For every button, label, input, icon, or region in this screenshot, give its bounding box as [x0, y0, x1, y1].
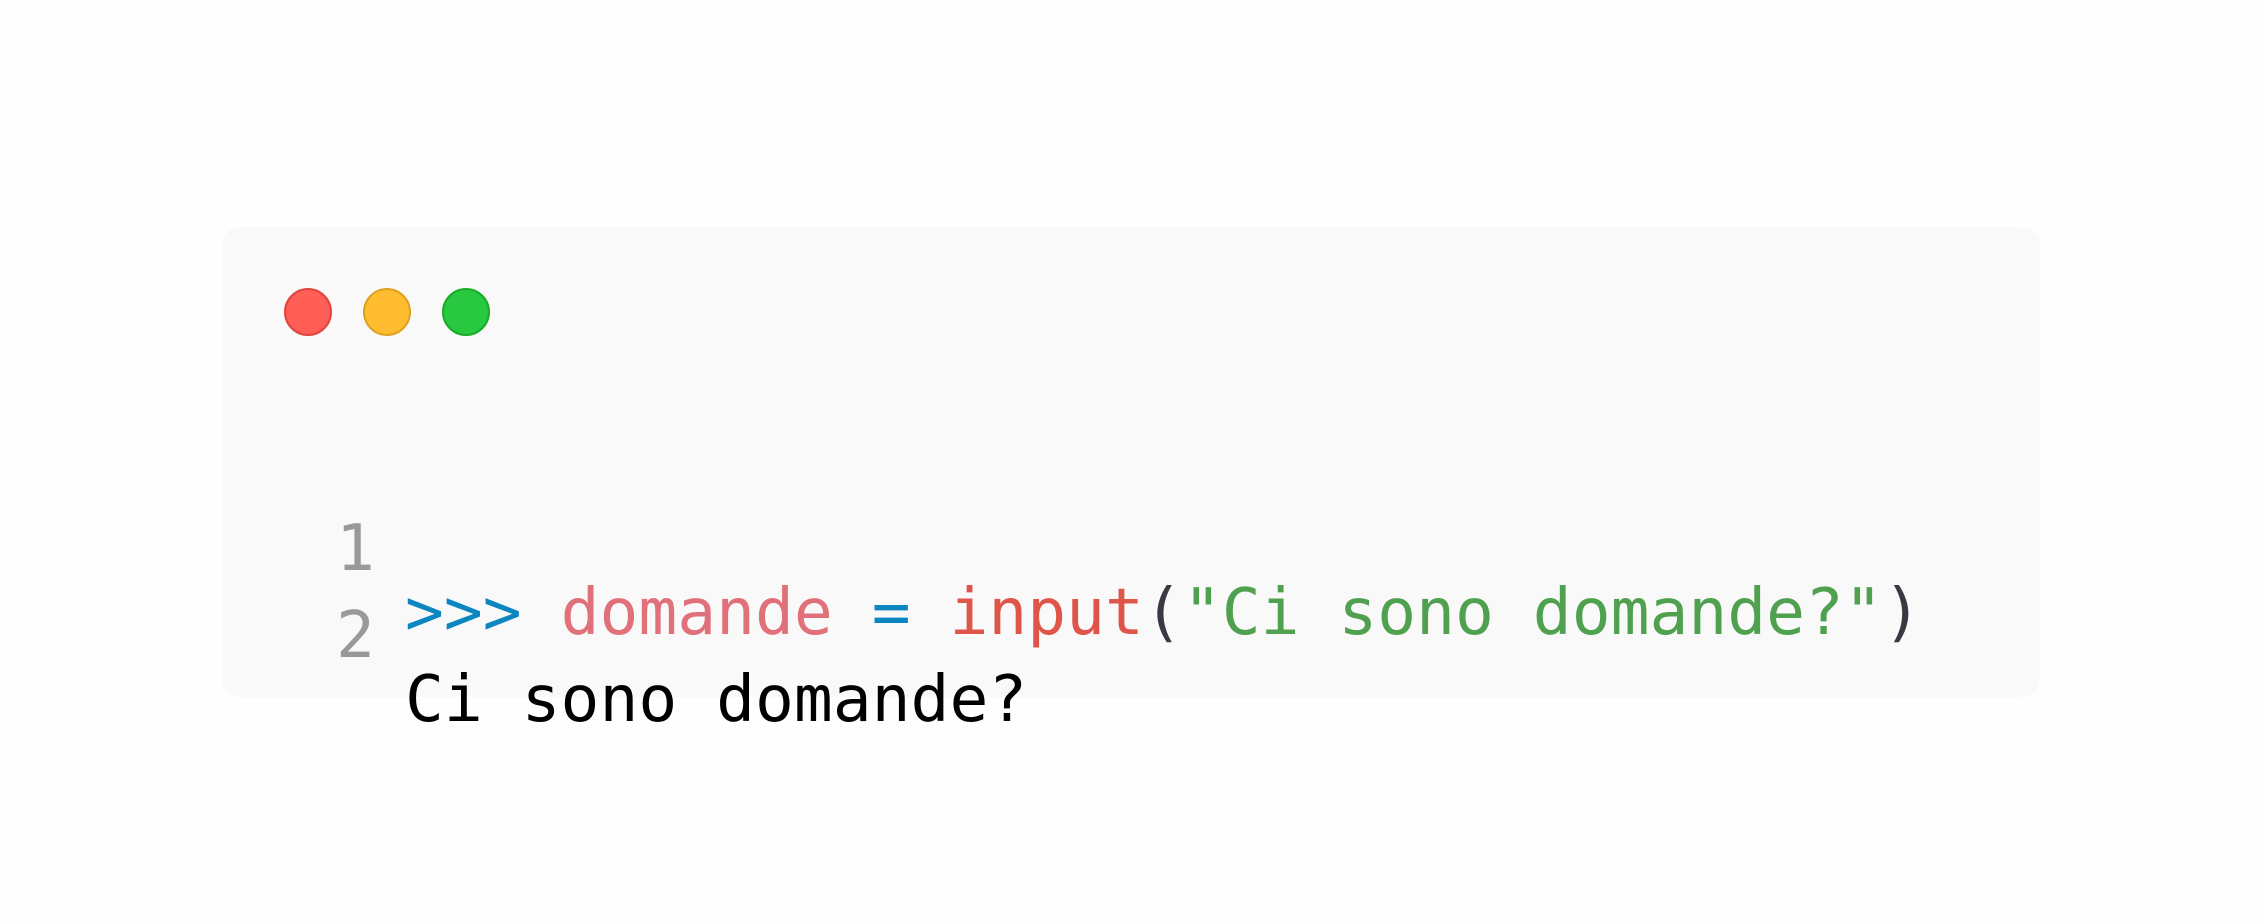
string-literal: "Ci sono domande?" — [1182, 575, 1883, 651]
line-number: 1 — [336, 510, 375, 586]
close-button[interactable] — [284, 288, 332, 336]
function-name: input — [949, 575, 1144, 651]
minimize-button[interactable] — [363, 288, 411, 336]
code-content: >>> domande = input("Ci sono domande?") — [405, 580, 1922, 646]
code-line: 2 Ci sono domande? — [0, 539, 1027, 733]
maximize-button[interactable] — [442, 288, 490, 336]
close-paren: ) — [1882, 575, 1922, 651]
open-paren: ( — [1143, 575, 1183, 651]
variable: domande — [560, 575, 833, 651]
repl-prompt: >>> — [405, 575, 522, 651]
operator: = — [871, 575, 911, 651]
line-number: 2 — [336, 597, 375, 673]
output-text: Ci sono domande? — [405, 662, 1028, 738]
